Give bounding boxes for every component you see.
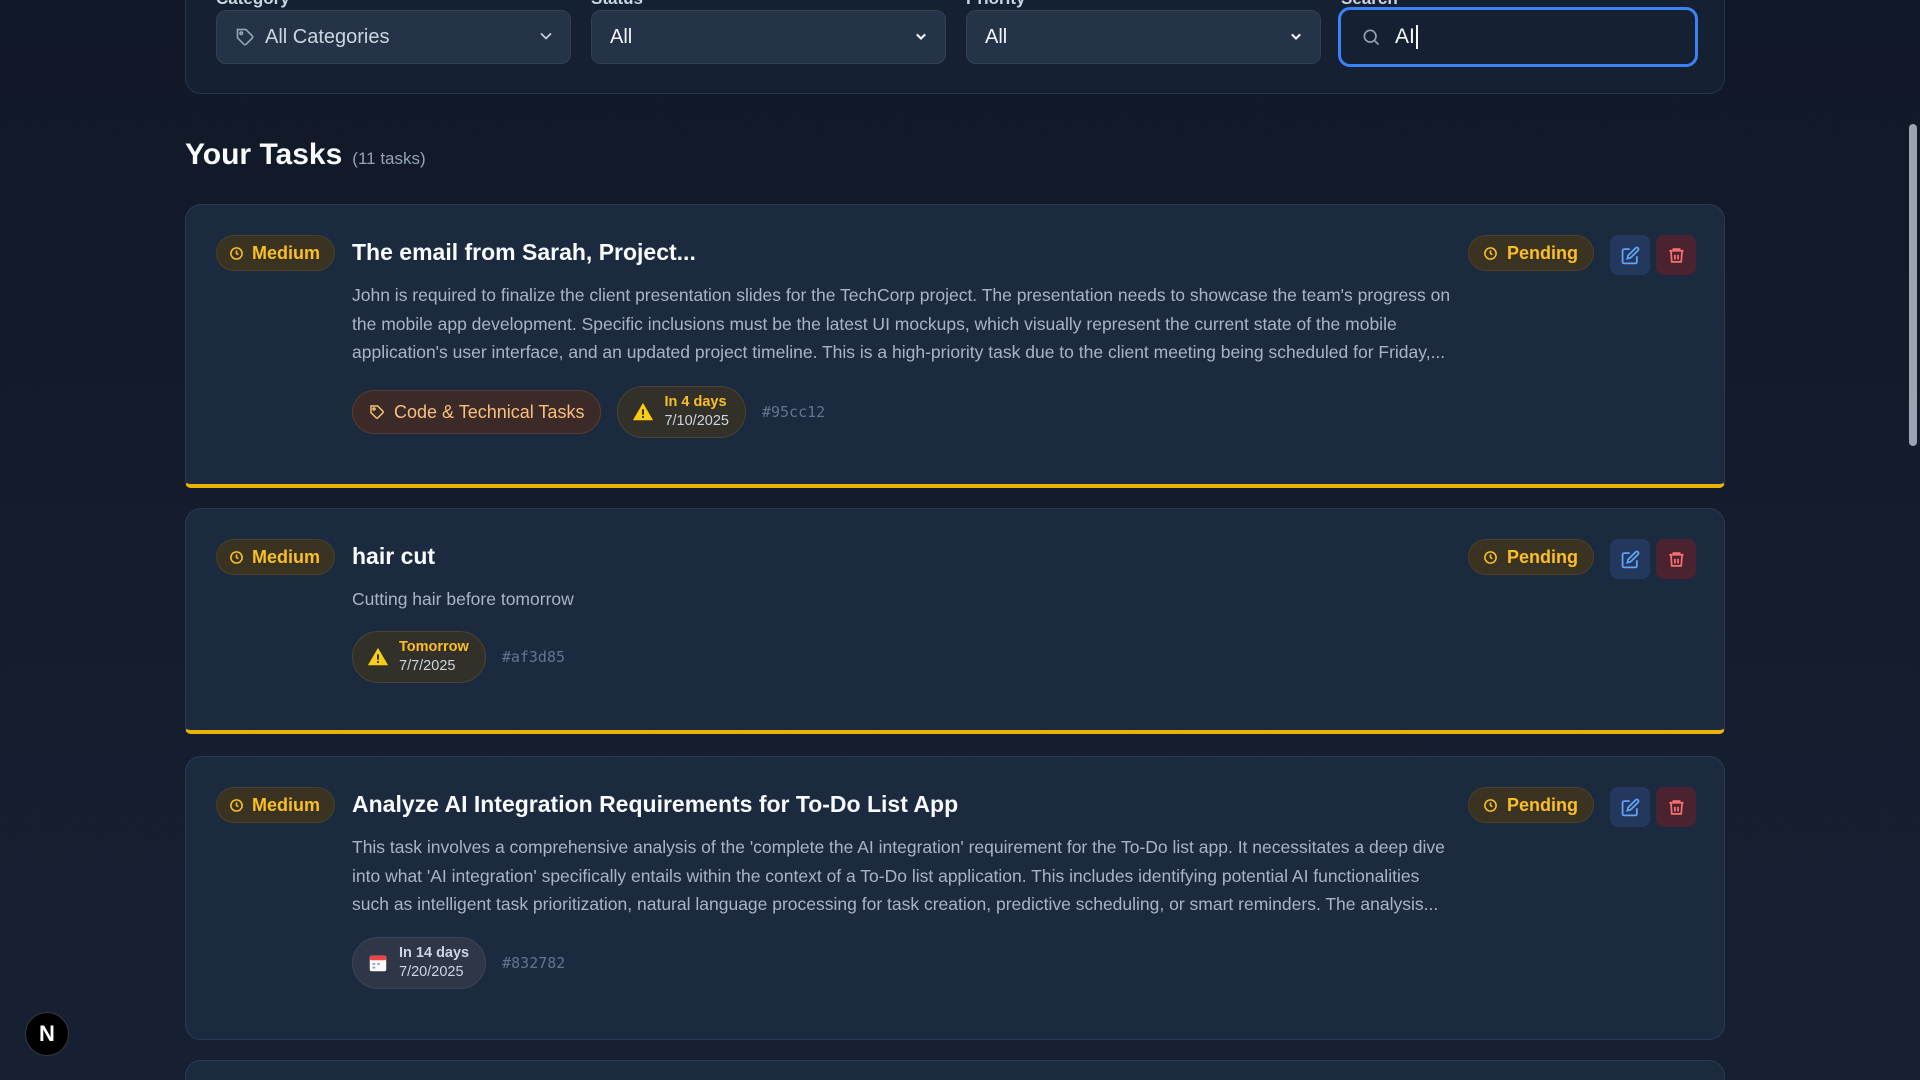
edit-button[interactable]	[1610, 787, 1650, 827]
priority-select-value: All	[985, 25, 1008, 48]
tag-icon	[370, 405, 384, 419]
category-label: Code & Technical Tasks	[394, 401, 585, 422]
clock-icon	[230, 246, 243, 260]
task-id: #95cc12	[761, 403, 826, 421]
task-card[interactable]	[185, 1060, 1725, 1080]
page-title: Your Tasks	[185, 138, 343, 171]
clock-icon	[1484, 246, 1497, 260]
status-select[interactable]: All	[591, 10, 946, 64]
warning-icon	[367, 647, 389, 666]
task-description: Cutting hair before tomorrow	[352, 589, 574, 609]
tag-icon	[236, 28, 254, 46]
clock-icon	[230, 798, 243, 812]
task-description: This task involves a comprehensive analy…	[352, 837, 1445, 914]
scrollbar-thumb[interactable]	[1909, 124, 1917, 446]
status-badge: Pending	[1468, 787, 1594, 823]
delete-button[interactable]	[1656, 235, 1696, 275]
clock-icon	[1484, 550, 1497, 564]
status-badge: Pending	[1468, 539, 1594, 575]
tasks-heading: Your Tasks (11 tasks)	[185, 138, 426, 172]
status-label: Pending	[1507, 794, 1578, 815]
task-description: John is required to finalize the client …	[352, 285, 1451, 362]
status-select-value: All	[610, 25, 633, 48]
due-date: 7/7/2025	[399, 658, 456, 674]
status-label: Pending	[1507, 242, 1578, 263]
due-date: 7/10/2025	[664, 413, 729, 429]
task-meta: Tomorrow 7/7/2025 #af3d85	[352, 631, 565, 683]
search-input[interactable]: AI	[1338, 7, 1698, 67]
due-date-badge: In 14 days 7/20/2025	[352, 937, 487, 989]
priority-badge: Medium	[216, 235, 336, 271]
search-input-value: AI	[1395, 25, 1415, 48]
priority-label: Medium	[252, 242, 321, 263]
category-select[interactable]: All Categories	[216, 10, 571, 64]
category-select-value: All Categories	[265, 25, 390, 48]
scrollbar[interactable]	[1906, 0, 1920, 1080]
due-date: 7/20/2025	[399, 964, 464, 980]
priority-badge: Medium	[216, 539, 336, 575]
edit-icon	[1621, 798, 1639, 816]
task-meta: In 14 days 7/20/2025 #832782	[352, 937, 565, 989]
trash-icon	[1668, 799, 1684, 815]
clock-icon	[1484, 798, 1497, 812]
priority-label: Medium	[252, 546, 321, 567]
due-date-badge: In 4 days 7/10/2025	[617, 386, 746, 438]
edit-button[interactable]	[1610, 539, 1650, 579]
due-relative: In 14 days	[399, 945, 470, 961]
chevron-down-icon	[916, 33, 926, 40]
due-relative: Tomorrow	[399, 639, 469, 655]
priority-label: Medium	[252, 794, 321, 815]
delete-button[interactable]	[1656, 539, 1696, 579]
priority-badge: Medium	[216, 787, 336, 823]
edit-button[interactable]	[1610, 235, 1650, 275]
filter-panel: Category All Categories Status All Prior…	[185, 0, 1725, 94]
task-count: (11 tasks)	[352, 149, 426, 168]
due-date-badge: Tomorrow 7/7/2025	[352, 631, 486, 683]
chevron-down-icon	[1291, 33, 1301, 40]
task-meta: Code & Technical Tasks In 4 days 7/10/20…	[352, 386, 825, 438]
nextjs-logo[interactable]: N	[25, 1012, 69, 1056]
due-relative: In 4 days	[664, 394, 727, 410]
delete-button[interactable]	[1656, 787, 1696, 827]
status-badge: Pending	[1468, 235, 1594, 271]
task-title: Analyze AI Integration Requirements for …	[352, 791, 959, 817]
calendar-icon	[369, 955, 387, 972]
task-title: hair cut	[352, 543, 436, 569]
chevron-down-icon	[540, 32, 552, 40]
task-card[interactable]: Medium The email from Sarah, Project... …	[185, 204, 1725, 488]
status-filter-label: Status	[591, 0, 643, 9]
priority-select[interactable]: All	[966, 10, 1321, 64]
edit-icon	[1621, 246, 1639, 264]
search-icon	[1363, 29, 1380, 46]
clock-icon	[230, 550, 243, 564]
priority-filter-label: Priority	[966, 0, 1026, 9]
category-filter-label: Category	[216, 0, 290, 9]
task-id: #832782	[502, 954, 566, 972]
warning-icon	[633, 402, 654, 421]
trash-icon	[1668, 247, 1684, 263]
text-caret	[1415, 25, 1418, 49]
trash-icon	[1668, 551, 1684, 567]
task-card[interactable]: Medium Analyze AI Integration Requiremen…	[185, 756, 1725, 1040]
task-id: #af3d85	[501, 648, 566, 666]
task-card[interactable]: Medium hair cut Cutting hair before tomo…	[185, 508, 1725, 734]
edit-icon	[1621, 550, 1639, 568]
category-badge: Code & Technical Tasks	[352, 390, 602, 434]
task-title: The email from Sarah, Project...	[352, 239, 696, 265]
status-label: Pending	[1507, 546, 1578, 567]
